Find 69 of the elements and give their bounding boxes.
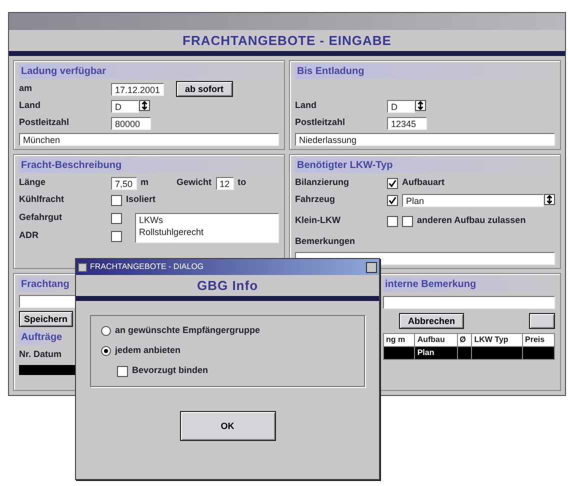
field-label: Gefahrgut — [19, 211, 64, 224]
dialog-title: FRACHTANGEBOTE - DIALOG — [90, 261, 204, 273]
field-label: am — [19, 82, 34, 96]
checkbox[interactable] — [387, 216, 398, 226]
option-label: jedem anbieten — [115, 344, 181, 358]
save-button[interactable]: Speichern — [19, 311, 73, 327]
unit-label: m — [140, 176, 149, 190]
section-heading: Frachtang — [19, 277, 72, 292]
field-label: Land — [19, 99, 42, 112]
weight-field[interactable]: 12 — [216, 176, 234, 190]
combo-field[interactable]: Plan — [402, 194, 544, 206]
length-field[interactable]: 7,50 — [111, 176, 137, 190]
blank-button[interactable] — [529, 313, 555, 329]
field-label: Bilanzierung — [295, 176, 350, 190]
list-box[interactable]: LKWs Rollstuhlgerecht — [135, 213, 279, 243]
list-item[interactable]: Rollstuhlgerecht — [139, 226, 275, 238]
cancel-button[interactable]: Abbrechen — [399, 313, 464, 329]
radio-button[interactable] — [101, 326, 111, 336]
option-label: Isoliert — [126, 193, 156, 206]
table-row[interactable]: Plan — [384, 346, 554, 360]
place-field[interactable]: Niederlassung — [295, 133, 555, 146]
field-label: Bemerkungen — [295, 235, 356, 248]
field-label: Länge — [19, 176, 47, 190]
field-label: Postleitzahl — [19, 116, 70, 130]
app-icon — [78, 262, 87, 272]
option-label: an gewünschte Empfängergruppe — [115, 324, 260, 338]
field-label: Gewicht — [176, 176, 212, 190]
now-button[interactable]: ab sofort — [176, 81, 233, 97]
column-header: Nr. Datum — [19, 348, 62, 361]
option-label: Aufbauart — [402, 176, 444, 190]
table-cell — [472, 346, 523, 360]
table-cell: Plan — [414, 346, 458, 360]
field-label: ADR — [19, 229, 40, 242]
ok-button[interactable]: OK — [180, 411, 276, 441]
checkbox[interactable] — [111, 194, 122, 206]
date-field[interactable]: 17.12.2001 — [111, 82, 164, 96]
input-field[interactable] — [383, 296, 555, 309]
checkbox[interactable] — [387, 178, 398, 188]
checkbox[interactable] — [117, 366, 128, 376]
zip-field[interactable]: 12345 — [387, 116, 427, 130]
section-heading: Aufträge — [19, 330, 64, 345]
radio-button[interactable] — [101, 346, 111, 356]
field-label: Klein-LKW — [295, 214, 342, 228]
place-field[interactable]: München — [19, 133, 279, 146]
unit-label: to — [238, 176, 246, 190]
field-label: Land — [295, 99, 318, 112]
option-label: anderen Aufbau zulassen — [417, 216, 527, 226]
table-cell — [522, 346, 554, 360]
field-label: Postleitzahl — [295, 116, 346, 130]
country-field[interactable]: D — [387, 100, 415, 112]
table-cell — [457, 346, 472, 360]
window-title: FRACHTANGEBOTE - EINGABE — [182, 32, 392, 50]
spin-button[interactable] — [139, 100, 150, 110]
list-item[interactable]: LKWs — [139, 214, 275, 226]
checkbox[interactable] — [111, 230, 122, 242]
checkbox[interactable] — [387, 194, 398, 206]
option-label: Bevorzugt binden — [132, 364, 208, 378]
dialog-heading: GBG Info — [196, 276, 258, 295]
zip-field[interactable]: 80000 — [111, 116, 151, 130]
column-header: ng m — [384, 334, 415, 346]
checkbox[interactable] — [402, 216, 413, 226]
checkbox[interactable] — [111, 212, 122, 224]
field-label: Kühlfracht — [19, 193, 65, 206]
close-icon[interactable] — [366, 262, 377, 272]
field-label: Fahrzeug — [295, 193, 336, 206]
spin-button[interactable] — [544, 194, 555, 204]
spin-button[interactable] — [415, 100, 426, 110]
country-field[interactable]: D — [111, 100, 139, 112]
table-cell — [384, 346, 415, 360]
